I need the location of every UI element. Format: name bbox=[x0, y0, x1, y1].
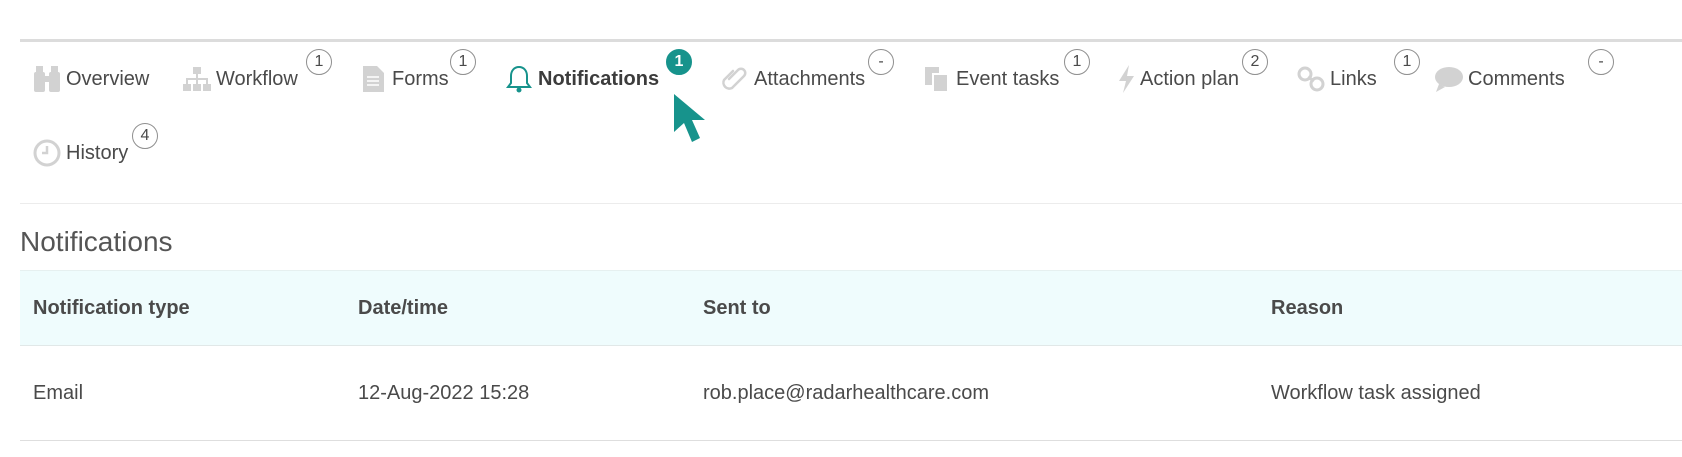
cell-reason: Workflow task assigned bbox=[1271, 382, 1481, 404]
notifications-table: Notification type Date/time Sent to Reas… bbox=[20, 270, 1682, 441]
tab-event-tasks[interactable]: Event tasks bbox=[920, 60, 1059, 98]
tab-count-badge: - bbox=[868, 49, 894, 75]
cell-date-time: 12-Aug-2022 15:28 bbox=[358, 382, 530, 404]
tab-count-badge: - bbox=[1588, 49, 1614, 75]
bolt-icon bbox=[1116, 62, 1138, 96]
tab-links[interactable]: Links bbox=[1294, 60, 1377, 98]
table-header: Notification type Date/time Sent to Reas… bbox=[20, 270, 1682, 346]
column-header-notification-type[interactable]: Notification type bbox=[33, 271, 190, 345]
link-icon bbox=[1294, 62, 1328, 96]
tab-count-badge: 1 bbox=[1064, 49, 1090, 75]
mouse-cursor-icon bbox=[674, 94, 705, 142]
tab-overview[interactable]: Overview bbox=[30, 60, 149, 98]
tab-count-badge: 1 bbox=[1394, 49, 1420, 75]
tab-forms[interactable]: Forms bbox=[356, 60, 449, 98]
column-header-reason[interactable]: Reason bbox=[1271, 271, 1343, 345]
cell-sent-to: rob.place@radarhealthcare.com bbox=[703, 382, 990, 404]
tab-label: Comments bbox=[1468, 67, 1565, 90]
tab-action-plan[interactable]: Action plan bbox=[1116, 60, 1239, 98]
table-row[interactable]: Email 12-Aug-2022 15:28 rob.place@radarh… bbox=[20, 346, 1682, 441]
tab-comments[interactable]: Comments bbox=[1432, 60, 1565, 98]
tab-label: History bbox=[66, 141, 129, 164]
column-header-sent-to[interactable]: Sent to bbox=[703, 271, 771, 345]
tab-label: Links bbox=[1330, 67, 1377, 90]
tab-bar: Overview Workflow 1 Forms 1 Notification… bbox=[20, 46, 1682, 206]
paperclip-icon bbox=[718, 62, 752, 96]
document-icon bbox=[356, 62, 390, 96]
binoculars-icon bbox=[30, 62, 64, 96]
tab-label: Event tasks bbox=[956, 67, 1060, 90]
sitemap-icon bbox=[180, 62, 214, 96]
tab-count-badge: 4 bbox=[132, 123, 158, 149]
tab-history[interactable]: History bbox=[30, 134, 128, 172]
tab-label: Attachments bbox=[754, 67, 866, 90]
bell-icon bbox=[502, 62, 536, 96]
tab-count-badge: 2 bbox=[1242, 49, 1268, 75]
copy-icon bbox=[920, 62, 954, 96]
tab-count-badge: 1 bbox=[450, 49, 476, 75]
top-divider bbox=[20, 39, 1682, 42]
tab-workflow[interactable]: Workflow bbox=[180, 60, 298, 98]
section-title: Notifications bbox=[20, 226, 173, 257]
tab-label: Overview bbox=[66, 67, 150, 90]
tab-notifications[interactable]: Notifications bbox=[502, 60, 659, 98]
tab-count-badge: 1 bbox=[666, 49, 692, 75]
clock-icon bbox=[30, 136, 64, 170]
tabs-divider bbox=[20, 203, 1682, 204]
tab-label: Workflow bbox=[216, 67, 298, 90]
cell-notification-type: Email bbox=[33, 382, 84, 404]
tab-label: Notifications bbox=[538, 67, 660, 90]
tab-label: Forms bbox=[392, 67, 449, 90]
column-header-date-time[interactable]: Date/time bbox=[358, 271, 448, 345]
tab-attachments[interactable]: Attachments bbox=[718, 60, 865, 98]
tab-label: Action plan bbox=[1140, 67, 1239, 90]
comment-icon bbox=[1432, 62, 1466, 96]
tab-count-badge: 1 bbox=[306, 49, 332, 75]
